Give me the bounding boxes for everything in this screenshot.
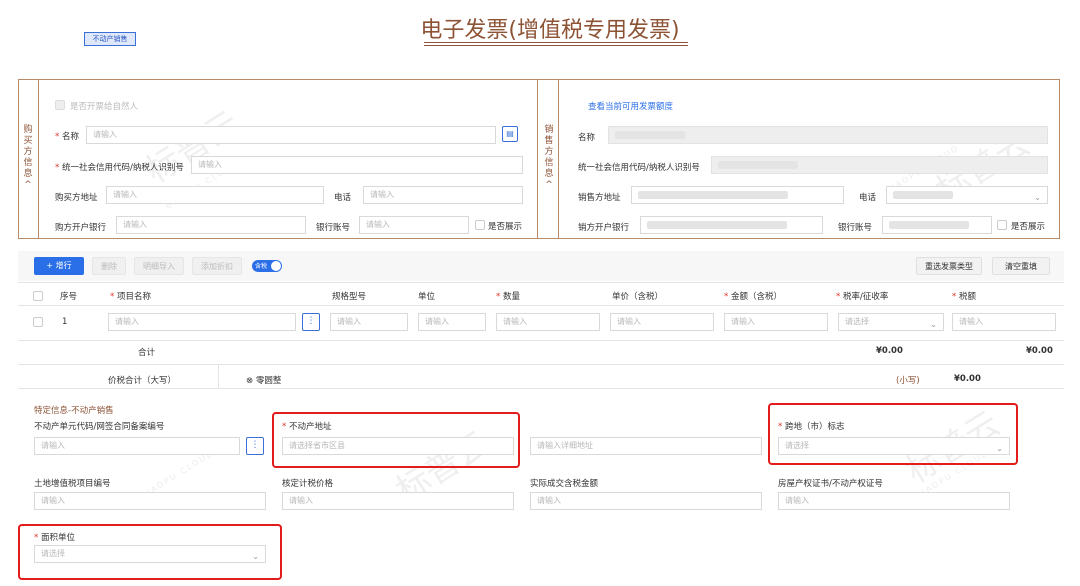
unit-price-input[interactable]: 请输入 [610,313,714,331]
row-checkbox[interactable] [33,317,43,327]
buyer-account-label: 银行账号 [316,223,351,233]
buyer-account-input[interactable]: 请输入 [359,216,469,234]
seller-account-label: 银行账号 [838,223,873,233]
page-title: 电子发票(增值税专用发票) [420,18,680,43]
header-tax: * 税额 [952,292,976,302]
buyer-phone-label: 电话 [334,193,352,203]
buyer-address-label: 购买方地址 [55,193,98,203]
seller-phone-label: 电话 [859,193,877,203]
grand-total-words: ⊗ 零圆整 [246,376,282,386]
seller-name-input [608,126,1048,144]
buyer-name-input[interactable]: 请输入 [86,126,496,144]
import-detail-button[interactable]: 明细导入 [134,257,184,275]
header-spec: 规格型号 [332,292,367,302]
seller-bank-input[interactable] [640,216,823,234]
unit-code-picker-icon[interactable]: ⋮ [246,437,264,455]
seller-tax-id-label: 统一社会信用代码/纳税人识别号 [578,163,700,173]
buyer-bank-label: 购方开户银行 [55,223,107,233]
property-cert-input[interactable]: 请输入 [778,492,1010,510]
actual-amount-label: 实际成交含税金额 [530,479,599,489]
clear-refill-button[interactable]: 清空重填 [992,257,1050,275]
buyer-name-label: * 名称 [55,132,79,142]
chevron-down-icon: ⌄ [996,444,1003,453]
header-item-name: * 项目名称 [110,292,151,302]
header-quantity: * 数量 [496,292,520,302]
buyer-divider [38,79,39,239]
property-region-select[interactable]: 请选择省市区县 [282,437,514,455]
seller-show-label: 是否展示 [1011,222,1046,232]
unit-code-label: 不动产单元代码/网签合同备案编号 [34,422,165,432]
seller-name-label: 名称 [578,133,596,143]
unit-input[interactable]: 请输入 [418,313,486,331]
seller-phone-input[interactable]: ⌄ [886,186,1048,204]
header-amount: * 金额（含税） [724,292,782,302]
row-index: 1 [62,317,68,327]
header-index: 序号 [60,292,78,302]
seller-account-input[interactable] [882,216,992,234]
unit-code-input[interactable]: 请输入 [34,437,240,455]
buyer-tax-id-input[interactable]: 请输入 [191,156,523,174]
tax-input[interactable]: 请输入 [952,313,1056,331]
cross-city-label: * 跨地（市）标志 [778,422,845,432]
item-picker-icon[interactable]: ⋮ [302,313,320,331]
total-amount: ¥0.00 [876,346,903,356]
total-tax: ¥0.00 [1026,346,1053,356]
total-label: 合计 [138,348,156,358]
chevron-down-icon: ⌄ [252,552,259,561]
seller-show-checkbox[interactable] [997,220,1007,230]
buyer-phone-input[interactable]: 请输入 [363,186,523,204]
area-unit-label: * 面积单位 [34,533,75,543]
property-address-label: * 不动产地址 [282,422,332,432]
tax-rate-select[interactable]: 请选择 ⌄ [838,313,944,331]
buyer-show-checkbox[interactable] [475,220,485,230]
grand-total-small-value: ¥0.00 [954,374,981,384]
land-vat-input[interactable]: 请输入 [34,492,266,510]
header-unit: 单位 [418,292,436,302]
add-discount-button[interactable]: 添加折扣 [192,257,242,275]
grand-total-words-label: 价税合计（大写） [108,376,177,386]
chevron-down-icon: ⌄ [930,320,937,329]
actual-amount-input[interactable]: 请输入 [530,492,762,510]
property-cert-label: 房屋产权证书/不动产权证号 [778,479,883,489]
seller-tax-id-input [711,156,1048,174]
amount-input[interactable]: 请输入 [724,313,828,331]
item-name-input[interactable]: 请输入 [108,313,296,331]
reselect-invoice-type-button[interactable]: 重选发票类型 [916,257,982,275]
special-section-title: 特定信息-不动产销售 [34,406,114,416]
buyer-bank-input[interactable]: 请输入 [116,216,306,234]
buyer-address-input[interactable]: 请输入 [106,186,324,204]
verified-price-input[interactable]: 请输入 [282,492,514,510]
seller-address-label: 销售方地址 [578,193,621,203]
seller-side-label: 销售方信息 ^ [544,125,554,190]
buyer-lookup-icon[interactable]: ▤ [502,126,518,142]
seller-bank-label: 销方开户银行 [578,223,630,233]
property-detail-address-input[interactable]: 请输入详细地址 [530,437,762,455]
header-unit-price: 单价（含税） [612,292,664,302]
title-underline [424,42,688,43]
verified-price-label: 核定计税价格 [282,479,334,489]
title-underline [424,45,688,46]
delete-button[interactable]: 删除 [92,257,126,275]
seller-address-input[interactable] [631,186,844,204]
buyer-tax-id-label: * 统一社会信用代码/纳税人识别号 [55,163,184,173]
spec-input[interactable]: 请输入 [330,313,408,331]
land-vat-label: 土地增值税项目编号 [34,479,111,489]
quantity-input[interactable]: 请输入 [496,313,600,331]
natural-person-label: 是否开票给自然人 [70,102,139,112]
seller-divider [558,79,559,239]
buyer-side-label: 购买方信息 ^ [23,125,33,190]
natural-person-checkbox[interactable] [55,100,65,110]
invoice-scene-tag[interactable]: 不动产销售 [84,32,136,46]
header-tax-rate: * 税率/征收率 [836,292,889,302]
cross-city-select[interactable]: 请选择 ⌄ [778,437,1010,455]
buyer-show-label: 是否展示 [488,222,523,232]
quota-link[interactable]: 查看当前可用发票额度 [588,100,673,112]
select-all-checkbox[interactable] [33,291,43,301]
grand-total-small-label: (小写) [896,376,920,386]
highlight-box [768,403,1018,465]
add-row-button[interactable]: + 增行 [34,257,84,275]
area-unit-select[interactable]: 请选择 ⌄ [34,545,266,563]
tax-included-toggle[interactable]: 含税 [252,260,282,272]
